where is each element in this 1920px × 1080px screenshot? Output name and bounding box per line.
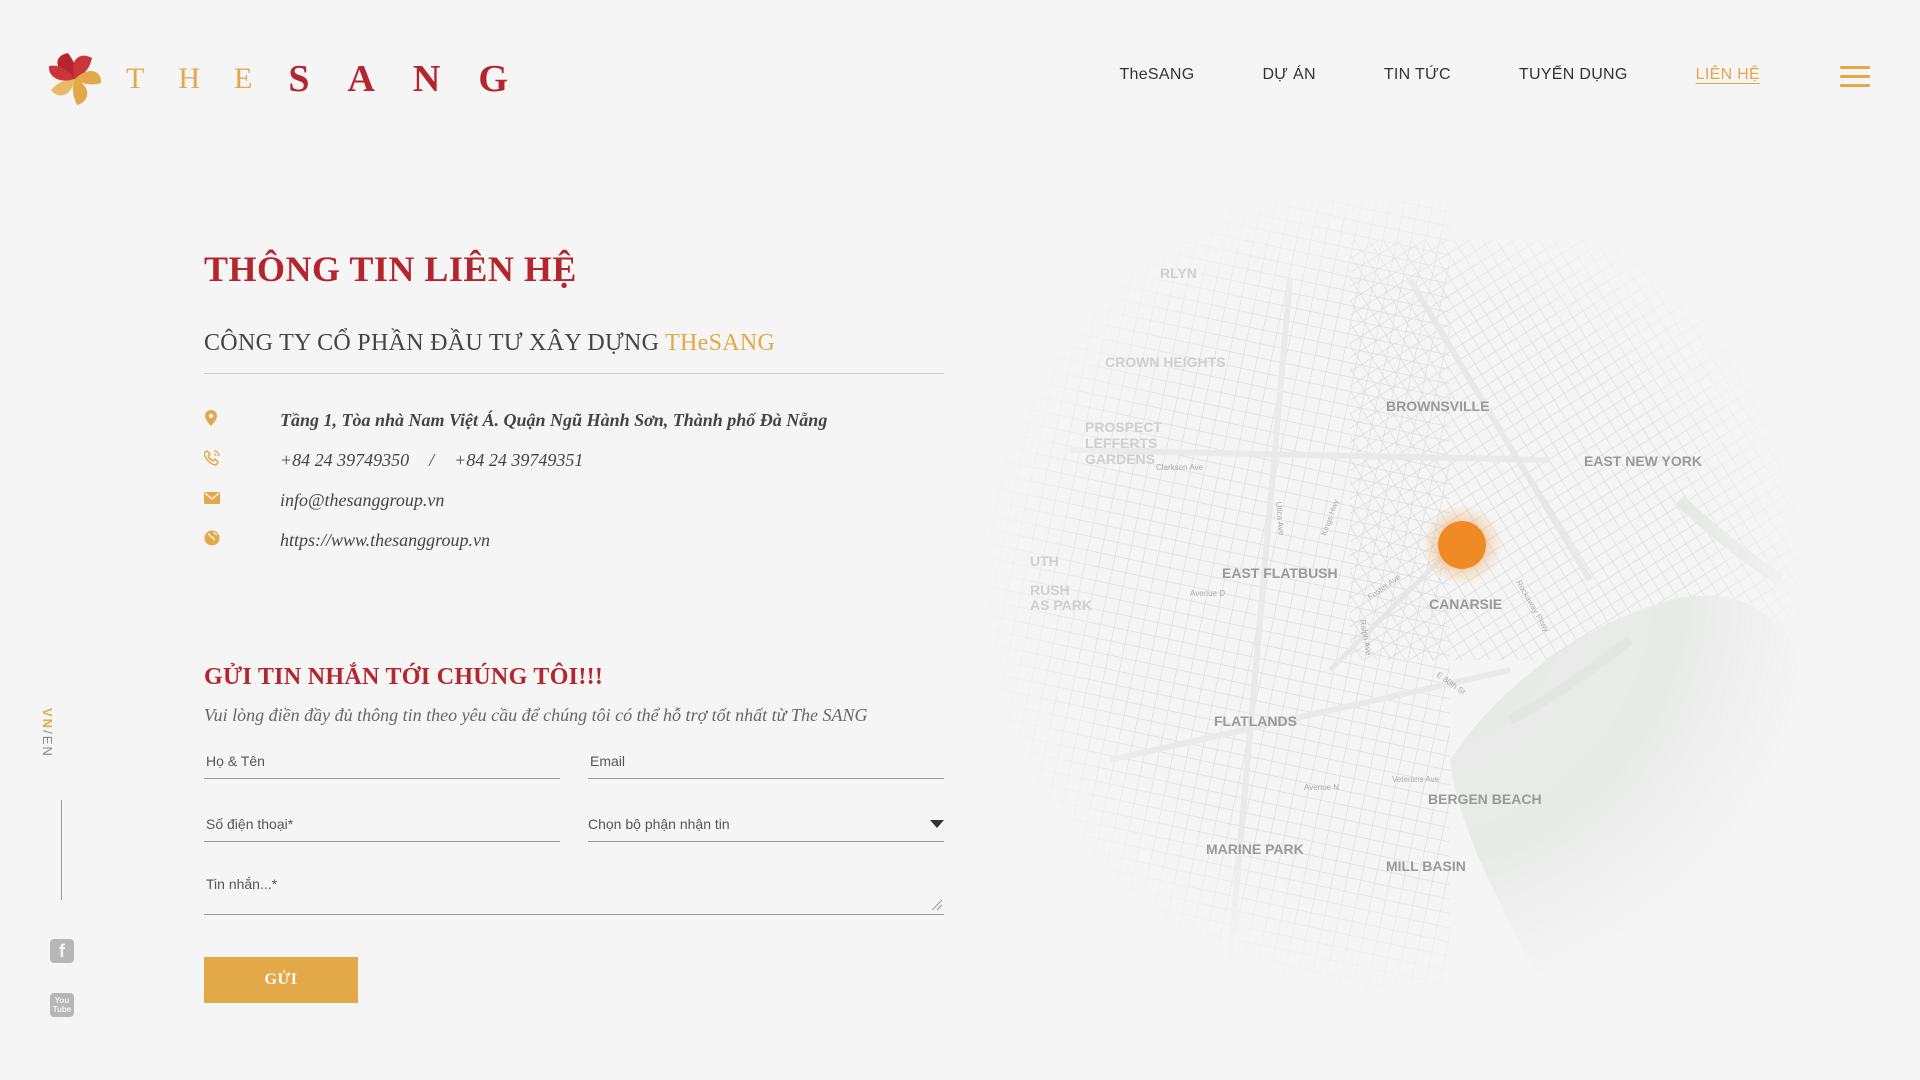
location-pin-icon (204, 409, 280, 432)
street-clarkson-ave: Clarkson Ave (1156, 463, 1204, 472)
main-nav: TheSANG DỰ ÁN TIN TỨC TUYỂN DỤNG LIÊN HỆ (1119, 66, 1760, 84)
map-label-east-flatbush: EAST FLATBUSH (1222, 565, 1338, 581)
street-avenue-d: Avenue D (1190, 589, 1225, 598)
phone-separator: / (429, 449, 435, 470)
phone-field-wrap (204, 807, 560, 842)
youtube-icon[interactable]: You Tube (50, 993, 74, 1017)
submit-button[interactable]: GỬI (204, 957, 358, 1003)
logo-the: THE (126, 62, 287, 95)
map-svg: RLYN CROWN HEIGHTS PROSPECT LEFFERTS GAR… (990, 200, 1800, 1000)
map-label-as-park: AS PARK (1030, 597, 1092, 613)
form-subtitle: Vui lòng điền đầy đủ thông tin theo yêu … (204, 705, 868, 725)
department-select[interactable]: Chọn bộ phận nhận tin (588, 807, 944, 842)
facebook-glyph: f (59, 940, 65, 961)
map-label-mill-basin: MILL BASIN (1386, 858, 1466, 874)
company-name: CÔNG TY CỔ PHẦN ĐẦU TƯ XÂY DỰNG THeSANG (204, 330, 944, 357)
map-label-prospect: PROSPECT (1085, 419, 1162, 435)
map-label-crown-heights: CROWN HEIGHTS (1105, 354, 1226, 370)
nav-lien-he[interactable]: LIÊN HỆ (1696, 66, 1760, 84)
map-pin-icon[interactable] (1422, 505, 1502, 585)
map-label-canarsie: CANARSIE (1429, 596, 1502, 612)
map-label-marine-park: MARINE PARK (1206, 841, 1304, 857)
street-avenue-n: Avenue N (1304, 783, 1339, 792)
email-input[interactable] (588, 752, 944, 770)
email-field-wrap (588, 744, 944, 779)
nav-thesang[interactable]: TheSANG (1119, 66, 1194, 84)
lang-en[interactable]: EN (40, 736, 55, 758)
name-input[interactable] (204, 752, 560, 770)
map-streets (990, 200, 1800, 1000)
resize-handle-icon[interactable] (932, 900, 942, 910)
youtube-glyph: You Tube (52, 996, 72, 1014)
globe-icon (204, 530, 280, 551)
map-label-rush: RUSH (1030, 582, 1070, 598)
contact-form: Chọn bộ phận nhận tin (204, 744, 944, 918)
caret-down-icon (930, 820, 944, 828)
contact-info: Tầng 1, Tòa nhà Nam Việt Á. Quận Ngũ Hàn… (203, 400, 944, 560)
website-link[interactable]: https://www.thesanggroup.vn (280, 530, 490, 551)
address-text: Tầng 1, Tòa nhà Nam Việt Á. Quận Ngũ Hàn… (280, 409, 828, 430)
phone-2[interactable]: +84 24 39749351 (454, 450, 583, 471)
logo-sang: SANG (288, 58, 546, 100)
name-field-wrap (204, 744, 560, 779)
company-brand: THeSANG (665, 330, 776, 356)
company-prefix: CÔNG TY CỔ PHẦN ĐẦU TƯ XÂY DỰNG (204, 330, 666, 356)
nav-du-an[interactable]: DỰ ÁN (1262, 66, 1315, 84)
logo-wordmark: THE SANG (126, 57, 546, 101)
street-veterans-ave: Veterans Ave (1392, 775, 1440, 784)
email-link[interactable]: info@thesanggroup.vn (280, 490, 444, 511)
envelope-icon (204, 491, 280, 509)
map-label-uth: UTH (1030, 553, 1059, 569)
message-textarea[interactable] (204, 870, 944, 918)
address-row: Tầng 1, Tòa nhà Nam Việt Á. Quận Ngũ Hàn… (204, 400, 944, 440)
section-divider (204, 373, 944, 374)
email-row: info@thesanggroup.vn (204, 480, 944, 520)
map-label-gardens: GARDENS (1085, 451, 1155, 467)
logo[interactable]: THE SANG (46, 48, 546, 110)
phone-row: +84 24 39749350 / +84 24 39749351 (203, 440, 944, 480)
message-field-wrap (204, 870, 944, 918)
phone-input[interactable] (204, 815, 560, 833)
page-title: THÔNG TIN LIÊN HỆ (204, 249, 577, 289)
logo-mark-icon (48, 52, 102, 106)
map-label-brownsville: BROWNSVILLE (1386, 398, 1489, 414)
phone-icon (203, 449, 280, 471)
menu-icon[interactable] (1840, 66, 1870, 88)
language-switch: VN/EN (40, 708, 55, 758)
department-select-label: Chọn bộ phận nhận tin (588, 816, 730, 832)
location-map[interactable]: RLYN CROWN HEIGHTS PROSPECT LEFFERTS GAR… (990, 200, 1800, 1000)
website-row: https://www.thesanggroup.vn (204, 520, 944, 560)
map-label-rlyn: RLYN (1160, 265, 1197, 281)
phone-1[interactable]: +84 24 39749350 (280, 450, 409, 471)
form-title: GỬI TIN NHẮN TỚI CHÚNG TÔI!!! (204, 664, 604, 690)
map-label-lefferts: LEFFERTS (1085, 435, 1157, 451)
map-label-bergen-beach: BERGEN BEACH (1428, 791, 1542, 807)
map-label-east-new-york: EAST NEW YORK (1584, 453, 1702, 469)
sidebar-divider (61, 800, 62, 900)
nav-tuyen-dung[interactable]: TUYỂN DỤNG (1519, 66, 1628, 84)
nav-tin-tuc[interactable]: TIN TỨC (1384, 66, 1451, 84)
lang-vn[interactable]: VN (40, 708, 55, 730)
map-label-flatlands: FLATLANDS (1214, 713, 1297, 729)
facebook-icon[interactable]: f (50, 939, 74, 963)
contact-section: THÔNG TIN LIÊN HỆ CÔNG TY CỔ PHẦN ĐẦU TƯ… (203, 248, 944, 1003)
